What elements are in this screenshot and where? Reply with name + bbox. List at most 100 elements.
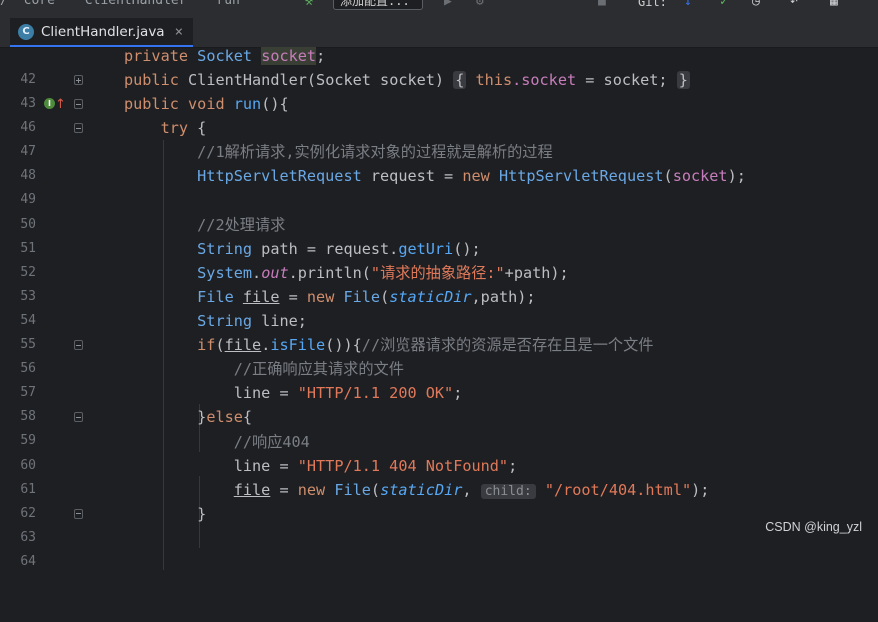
code-token: socket — [261, 47, 317, 65]
editor-tab-bar: C ClientHandler.java × — [0, 12, 878, 48]
code-token: File — [334, 480, 371, 499]
code-line: 63 } — [0, 502, 878, 545]
code-line: 56 if(file.isFile()){//浏览器请求的资源是否存在且是一个文… — [0, 333, 878, 376]
code-comment: //正确响应其请求的文件 — [233, 360, 404, 379]
code-token: line = — [233, 384, 298, 403]
run-icon[interactable]: ▶ — [444, 0, 452, 8]
code-line: 61 line = "HTTP/1.1 404 NotFound"; — [0, 454, 878, 497]
code-token: +path); — [504, 263, 569, 282]
code-token: if — [197, 336, 216, 355]
code-token: } — [197, 504, 207, 523]
code-line: 46 I ↑ public void run(){ — [0, 92, 878, 135]
code-token: ( — [380, 287, 390, 306]
code-comment: //浏览器请求的资源是否存在且是一个文件 — [361, 336, 654, 355]
stop-icon[interactable]: ■ — [598, 0, 606, 8]
code-line: 55 String line; — [0, 309, 878, 352]
parameter-hint: child: — [480, 483, 536, 499]
code-editor[interactable]: 42 private Socket socket; 43 public Clie… — [0, 44, 878, 570]
code-line: 50 — [0, 189, 878, 232]
code-line: 47 try { — [0, 116, 878, 159]
code-token: file — [224, 336, 262, 355]
code-token: ; — [316, 47, 326, 65]
code-token: HttpServletRequest — [197, 167, 362, 186]
code-comment: //1解析请求,实例化请求对象的过程就是解析的过程 — [197, 143, 553, 162]
code-token: file — [233, 480, 271, 499]
git-update-icon[interactable]: ↓ — [684, 0, 692, 8]
code-line: 58 line = "HTTP/1.1 200 OK"; — [0, 381, 878, 424]
expand-fold-icon[interactable] — [74, 75, 83, 86]
collapse-fold-icon[interactable] — [74, 123, 83, 134]
code-token: line; — [252, 312, 307, 331]
git-commit-icon[interactable]: ✓ — [720, 0, 728, 8]
code-token: ( — [215, 336, 225, 355]
code-token: getUri — [398, 239, 454, 258]
breadcrumb: / core ClientHandler run — [0, 0, 248, 7]
code-token: ( — [663, 167, 673, 186]
line-number: 64 — [20, 553, 36, 569]
code-token: File — [343, 287, 381, 306]
debug-icon[interactable]: ⚙ — [476, 0, 484, 8]
code-string: "HTTP/1.1 404 NotFound" — [297, 456, 509, 475]
code-token: HttpServletRequest — [498, 167, 664, 186]
code-line: 64 — [0, 526, 878, 569]
rollback-icon[interactable]: ↶ — [790, 0, 798, 8]
breadcrumb-item[interactable]: / — [0, 0, 8, 8]
java-class-icon: C — [18, 23, 34, 40]
code-token: ,path); — [471, 287, 536, 306]
code-string: "请求的抽象路径:" — [370, 263, 505, 282]
code-token: } — [197, 408, 207, 427]
watermark: CSDN @king_yzl — [765, 520, 862, 534]
code-line: 52 String path = request.getUri(); — [0, 237, 878, 280]
code-token: System — [197, 263, 253, 282]
code-token: = — [270, 480, 298, 499]
code-token: . — [252, 263, 262, 282]
implements-method-icon[interactable]: I — [44, 98, 55, 110]
folded-region[interactable]: } — [676, 71, 690, 90]
collapse-fold-icon[interactable] — [74, 99, 83, 110]
close-icon[interactable]: × — [175, 24, 183, 40]
breadcrumb-item[interactable]: run — [216, 0, 239, 8]
collapse-fold-icon[interactable] — [74, 508, 83, 519]
collapse-fold-icon[interactable] — [74, 340, 83, 351]
code-token: void — [188, 95, 225, 114]
code-line: 49 HttpServletRequest request = new Http… — [0, 164, 878, 207]
code-token: String — [197, 312, 253, 331]
folded-region[interactable]: { — [453, 71, 467, 90]
override-arrow-icon[interactable]: ↑ — [55, 93, 66, 117]
code-token: File — [197, 287, 234, 306]
breadcrumb-item[interactable]: core — [24, 0, 55, 8]
code-line: 59 }else{ — [0, 405, 878, 448]
breadcrumb-item[interactable]: ClientHandler — [85, 0, 187, 8]
code-token: path = request. — [252, 239, 399, 258]
code-token: run — [233, 95, 262, 114]
code-token: request = — [361, 167, 463, 186]
code-token: Socket — [197, 47, 253, 65]
code-token: (); — [453, 239, 481, 258]
code-token: line = — [233, 456, 298, 475]
code-token: (Socket socket) — [306, 71, 445, 90]
code-token: { — [242, 408, 253, 427]
hammer-icon[interactable]: ⚒ — [305, 0, 313, 8]
code-token: = — [279, 287, 307, 306]
code-token: new — [297, 480, 326, 499]
code-token: new — [462, 167, 490, 186]
code-line: 54 File file = new File(staticDir,path); — [0, 285, 878, 328]
code-token: ()){ — [325, 336, 362, 355]
settings-icon[interactable]: ▦ — [830, 0, 838, 8]
code-token: isFile — [270, 336, 326, 355]
collapse-fold-icon[interactable] — [74, 412, 83, 423]
code-token: socket — [672, 167, 728, 186]
code-token: new — [306, 287, 335, 306]
code-string: "/root/404.html" — [544, 480, 692, 499]
code-token: ( — [370, 480, 381, 499]
code-token: try — [160, 119, 189, 138]
code-token: .socket — [512, 71, 577, 90]
code-line: 62 file = new File(staticDir, child: "/r… — [0, 478, 878, 521]
code-token: .println( — [288, 263, 371, 282]
run-configuration-dropdown[interactable]: 添加配置... — [333, 0, 423, 10]
code-token: staticDir — [389, 287, 472, 306]
tab-clienthandler[interactable]: C ClientHandler.java × — [10, 18, 193, 47]
code-token: ); — [691, 480, 710, 499]
history-icon[interactable]: ◷ — [752, 0, 760, 8]
code-token: out — [261, 263, 289, 282]
